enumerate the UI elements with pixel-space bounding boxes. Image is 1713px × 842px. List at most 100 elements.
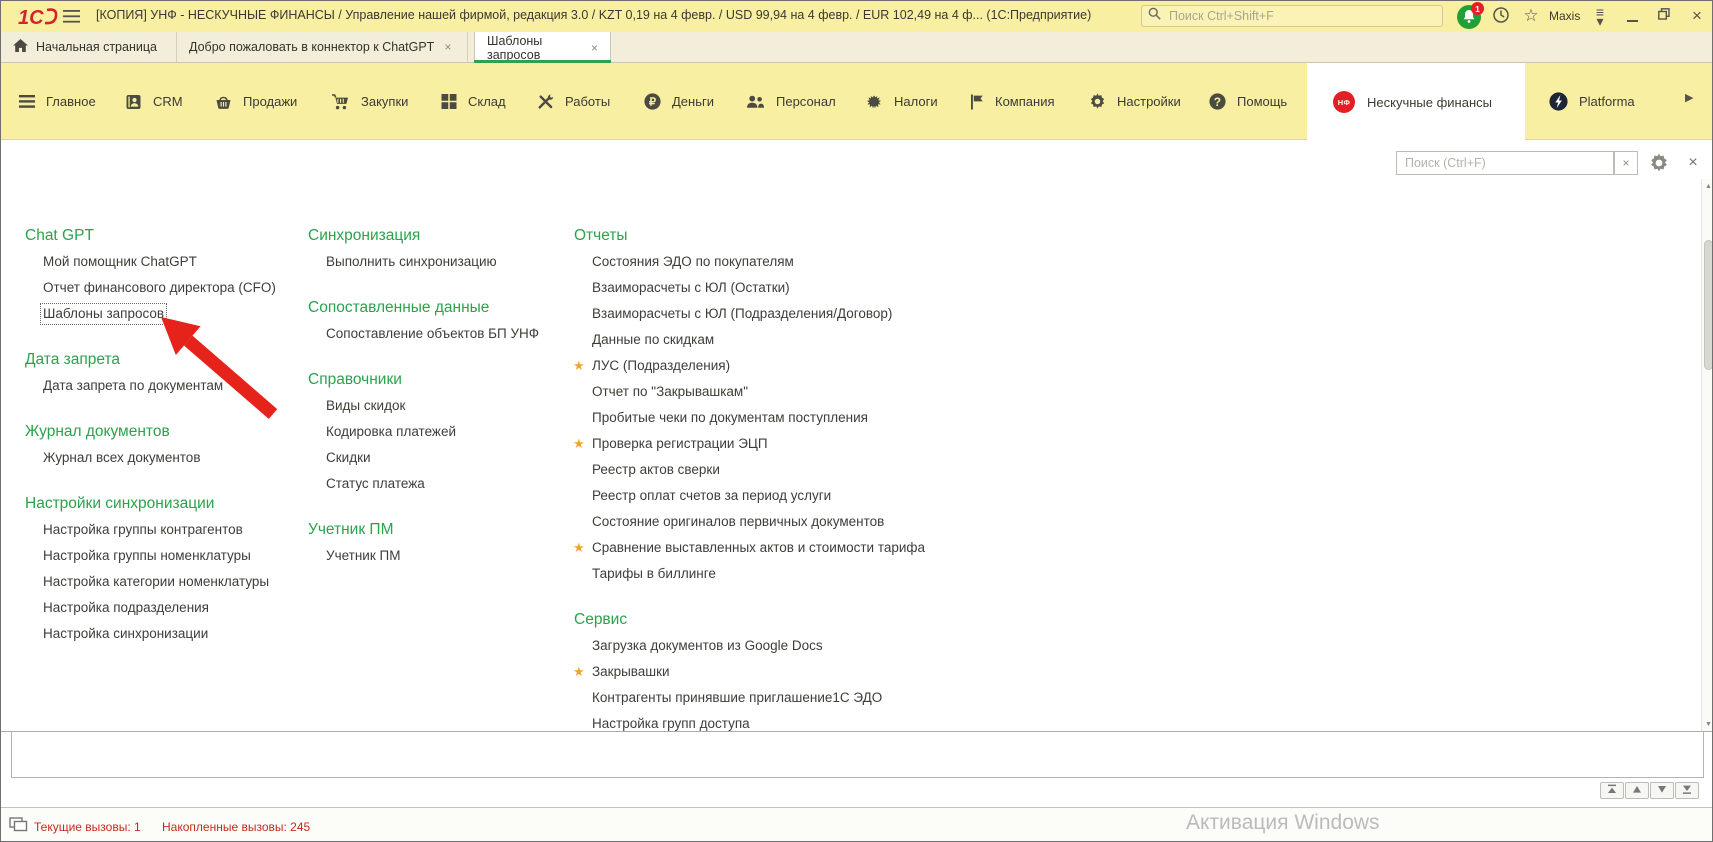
menu-item[interactable]: Контрагенты принявшие приглашение1С ЭДО: [574, 685, 1044, 711]
service-menu-button[interactable]: ≡▾: [1587, 7, 1613, 27]
minimize-button[interactable]: [1621, 6, 1643, 26]
panel-search-input[interactable]: [1403, 155, 1607, 171]
ribbon-item-neskuchnye-finansy[interactable]: НФНескучные финансы: [1307, 63, 1525, 141]
ribbon-item-warehouse[interactable]: Склад: [441, 63, 506, 140]
menu-item-label: Данные по скидкам: [592, 327, 714, 353]
scrollbar-thumb[interactable]: [1704, 240, 1713, 370]
scroll-down-button[interactable]: ▼: [1702, 717, 1713, 731]
menu-item-label: Реестр оплат счетов за период услуги: [592, 483, 831, 509]
ribbon-item-label: Закупки: [361, 94, 408, 109]
menu-item[interactable]: Взаиморасчеты с ЮЛ (Подразделения/Догово…: [574, 301, 1044, 327]
menu-item[interactable]: Дата запрета по документам: [25, 373, 297, 399]
menu-item[interactable]: Кодировка платежей: [308, 419, 566, 445]
scroll-up-button[interactable]: ▲: [1702, 179, 1713, 193]
ribbon-item-money[interactable]: ₽Деньги: [644, 63, 714, 140]
menu-item[interactable]: Сопоставление объектов БП УНФ: [308, 321, 566, 347]
menu-section-title: Сервис: [574, 607, 1044, 633]
menu-item[interactable]: Пробитые чеки по документам поступления: [574, 405, 1044, 431]
panel-search-clear-button[interactable]: ×: [1614, 151, 1638, 175]
ribbon-item-sales[interactable]: Продажи: [215, 63, 297, 140]
menu-item[interactable]: Виды скидок: [308, 393, 566, 419]
menu-item[interactable]: Настройка группы контрагентов: [25, 517, 297, 543]
help-icon: ?: [1209, 93, 1226, 110]
star-icon: ★: [573, 535, 585, 561]
menu-item[interactable]: Журнал всех документов: [25, 445, 297, 471]
menu-item-label: Настройка групп доступа: [592, 711, 750, 737]
menu-section-title: Журнал документов: [25, 419, 297, 445]
tab-close-icon[interactable]: ×: [444, 40, 451, 54]
menu-item[interactable]: Настройка групп доступа: [574, 711, 1044, 737]
global-search-input[interactable]: [1167, 8, 1436, 24]
menu-item[interactable]: Взаиморасчеты с ЮЛ (Остатки): [574, 275, 1044, 301]
tab-2[interactable]: Шаблоны запросов×: [474, 32, 611, 63]
favorites-button[interactable]: ☆: [1520, 4, 1542, 28]
list-go-top-button[interactable]: [1600, 782, 1624, 799]
panel-scrollbar[interactable]: ▲ ▼: [1701, 179, 1713, 731]
menu-item[interactable]: Отчет по "Закрывашкам": [574, 379, 1044, 405]
restore-button[interactable]: [1653, 6, 1675, 26]
ribbon-item-company[interactable]: Компания: [969, 63, 1055, 140]
menu-item-label: Загрузка документов из Google Docs: [592, 633, 823, 659]
history-button[interactable]: [1491, 7, 1511, 27]
menu-item[interactable]: Шаблоны запросов: [25, 301, 297, 327]
menu-item[interactable]: Настройка группы номенклатуры: [25, 543, 297, 569]
notifications-button[interactable]: 1: [1456, 4, 1482, 30]
menu-item[interactable]: Настройка подразделения: [25, 595, 297, 621]
menu-item[interactable]: Состояния ЭДО по покупателям: [574, 249, 1044, 275]
menu-item[interactable]: Загрузка документов из Google Docs: [574, 633, 1044, 659]
menu-item[interactable]: ★Проверка регистрации ЭЦП: [574, 431, 1044, 457]
menu-item[interactable]: Отчет финансового директора (CFO): [25, 275, 297, 301]
menu-item[interactable]: Состояние оригиналов первичных документо…: [574, 509, 1044, 535]
ribbon-item-menu[interactable]: Главное: [19, 63, 96, 140]
ribbon-item-personnel[interactable]: Персонал: [746, 63, 836, 140]
menu-item-label: Выполнить синхронизацию: [326, 249, 497, 275]
application-window: 1С [КОПИЯ] УНФ - НЕСКУЧНЫЕ ФИНАНСЫ / Упр…: [0, 0, 1713, 842]
menu-item[interactable]: Реестр оплат счетов за период услуги: [574, 483, 1044, 509]
menu-section: Дата запретаДата запрета по документам: [25, 347, 297, 399]
ribbon-item-purchases[interactable]: Закупки: [331, 63, 408, 140]
user-name[interactable]: Maxis: [1549, 9, 1580, 23]
menu-item[interactable]: Тарифы в биллинге: [574, 561, 1044, 587]
ribbon-item-label: Налоги: [894, 94, 938, 109]
search-icon: [1148, 7, 1161, 25]
accumulated-calls-text: Накопленные вызовы: 245: [162, 820, 310, 834]
menu-item[interactable]: Скидки: [308, 445, 566, 471]
menu-item[interactable]: ★ЛУС (Подразделения): [574, 353, 1044, 379]
works-icon: [537, 94, 554, 110]
menu-item[interactable]: Настройка синхронизации: [25, 621, 297, 647]
main-menu-button[interactable]: [59, 7, 83, 26]
tab-1[interactable]: Добро пожаловать в коннектор к ChatGPT×: [177, 32, 468, 62]
menu-item[interactable]: ★Сравнение выставленных актов и стоимост…: [574, 535, 1044, 561]
list-go-bottom-button[interactable]: [1675, 782, 1699, 799]
menu-section: СправочникиВиды скидокКодировка платежей…: [308, 367, 566, 497]
menu-item[interactable]: Данные по скидкам: [574, 327, 1044, 353]
ribbon-item-crm[interactable]: CRM: [125, 63, 183, 140]
ribbon-item-platforma[interactable]: Platforma: [1549, 63, 1635, 140]
panel-settings-button[interactable]: [1649, 153, 1671, 175]
menu-item[interactable]: Мой помощник ChatGPT: [25, 249, 297, 275]
ribbon-overflow-button[interactable]: ▶: [1685, 91, 1693, 104]
close-button[interactable]: ×: [1685, 4, 1709, 28]
menu-item[interactable]: Выполнить синхронизацию: [308, 249, 566, 275]
menu-item[interactable]: Учетник ПМ: [308, 543, 566, 569]
menu-item[interactable]: Реестр актов сверки: [574, 457, 1044, 483]
menu-icon: [19, 95, 35, 108]
global-search[interactable]: [1141, 5, 1443, 27]
hamburger-caret-icon: ≡▾: [1596, 8, 1604, 26]
menu-item[interactable]: Статус платежа: [308, 471, 566, 497]
ribbon-item-works[interactable]: Работы: [537, 63, 610, 140]
menu-section: ОтчетыСостояния ЭДО по покупателямВзаимо…: [574, 223, 1044, 587]
ribbon-item-help[interactable]: ?Помощь: [1209, 63, 1287, 140]
list-page-up-button[interactable]: [1625, 782, 1649, 799]
panel-close-button[interactable]: ×: [1682, 152, 1704, 174]
menu-section-title: Настройки синхронизации: [25, 491, 297, 517]
tab-close-icon[interactable]: ×: [591, 41, 598, 55]
menu-item[interactable]: Настройка категории номенклатуры: [25, 569, 297, 595]
list-page-down-button[interactable]: [1650, 782, 1674, 799]
menu-item[interactable]: ★Закрывашки: [574, 659, 1044, 685]
panel-search[interactable]: [1396, 151, 1614, 175]
ribbon-item-taxes[interactable]: Налоги: [865, 63, 938, 140]
tab-home[interactable]: Начальная страница: [1, 32, 177, 62]
ribbon-item-settings[interactable]: Настройки: [1089, 63, 1181, 140]
page-down-icon: [1657, 782, 1667, 800]
